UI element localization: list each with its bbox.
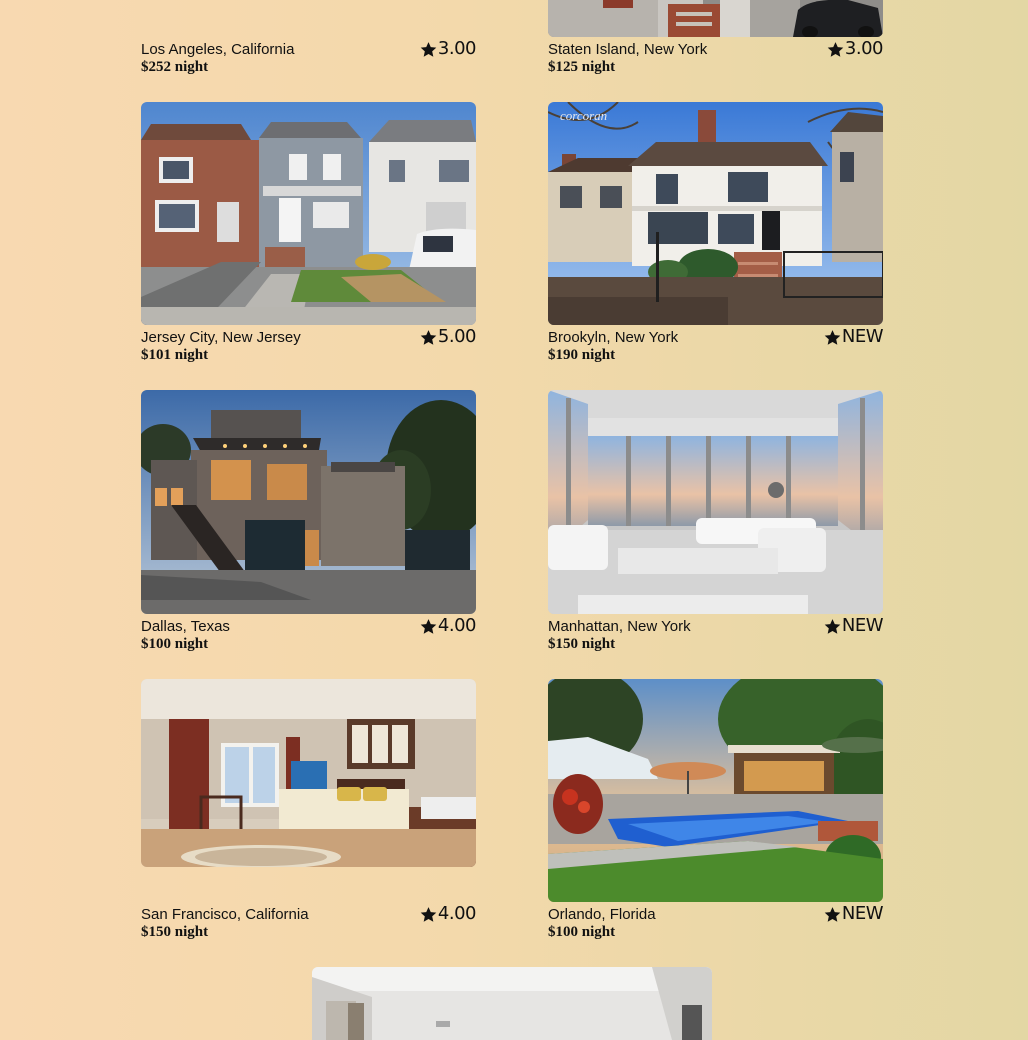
listing-location[interactable]: Manhattan, New York <box>548 618 691 636</box>
rating-value: 4.00 <box>437 615 477 636</box>
svg-text:corcoran: corcoran <box>560 108 607 123</box>
listing-photo-jersey-city[interactable] <box>141 102 476 325</box>
rating-value: 3.00 <box>844 38 884 59</box>
rating-value: 3.00 <box>437 38 477 59</box>
listing-price: $100 night <box>548 924 616 940</box>
listing-info: Orlando, Florida $100 night NEW <box>548 903 884 941</box>
listing-rating: 4.00 <box>420 615 477 636</box>
star-icon <box>824 329 841 345</box>
listing-photo-orlando[interactable] <box>548 679 883 902</box>
listing-price: $101 night <box>141 347 209 363</box>
rating-value: NEW <box>841 615 884 636</box>
listing-price: $125 night <box>548 59 616 75</box>
listing-location[interactable]: Brookyln, New York <box>548 329 678 347</box>
listing-rating: 3.00 <box>827 38 884 59</box>
listing-location[interactable]: Los Angeles, California <box>141 41 294 59</box>
rating-value: 5.00 <box>437 326 477 347</box>
listing-info: San Francisco, California $150 night 4.0… <box>141 903 477 941</box>
listing-price: $150 night <box>141 924 209 940</box>
star-icon <box>420 329 437 345</box>
listing-photo-san-francisco[interactable] <box>141 679 476 867</box>
listing-price: $252 night <box>141 59 209 75</box>
rating-value: 4.00 <box>437 903 477 924</box>
listing-info: Manhattan, New York $150 night NEW <box>548 615 884 653</box>
listing-price: $100 night <box>141 636 209 652</box>
listing-rating: NEW <box>824 326 884 347</box>
listing-location[interactable]: San Francisco, California <box>141 906 309 924</box>
star-icon <box>824 906 841 922</box>
listing-rating: NEW <box>824 903 884 924</box>
listing-rating: 3.00 <box>420 38 477 59</box>
listing-info: Staten Island, New York $125 night 3.00 <box>548 38 884 76</box>
listing-rating: 5.00 <box>420 326 477 347</box>
listing-rating: 4.00 <box>420 903 477 924</box>
listing-price: $190 night <box>548 347 616 363</box>
listing-location[interactable]: Dallas, Texas <box>141 618 230 636</box>
listing-info: Brookyln, New York $190 night NEW <box>548 326 884 364</box>
rating-value: NEW <box>841 326 884 347</box>
star-icon <box>420 41 437 57</box>
listing-info: Dallas, Texas $100 night 4.00 <box>141 615 477 653</box>
listing-photo-staten-island[interactable] <box>548 0 883 37</box>
star-icon <box>420 906 437 922</box>
listing-photo-brooklyn[interactable]: corcoran <box>548 102 883 325</box>
listing-rating: NEW <box>824 615 884 636</box>
listing-location[interactable]: Orlando, Florida <box>548 906 656 924</box>
listing-photo-manhattan[interactable] <box>548 390 883 614</box>
listing-info: Jersey City, New Jersey $101 night 5.00 <box>141 326 477 364</box>
listing-price: $150 night <box>548 636 616 652</box>
star-icon <box>827 41 844 57</box>
listing-photo-dallas[interactable] <box>141 390 476 614</box>
star-icon <box>420 618 437 634</box>
listing-location[interactable]: Jersey City, New Jersey <box>141 329 301 347</box>
listing-location[interactable]: Staten Island, New York <box>548 41 707 59</box>
listing-info: Los Angeles, California $252 night 3.00 <box>141 38 477 76</box>
star-icon <box>824 618 841 634</box>
rating-value: NEW <box>841 903 884 924</box>
listing-photo-interior[interactable] <box>312 967 712 1040</box>
